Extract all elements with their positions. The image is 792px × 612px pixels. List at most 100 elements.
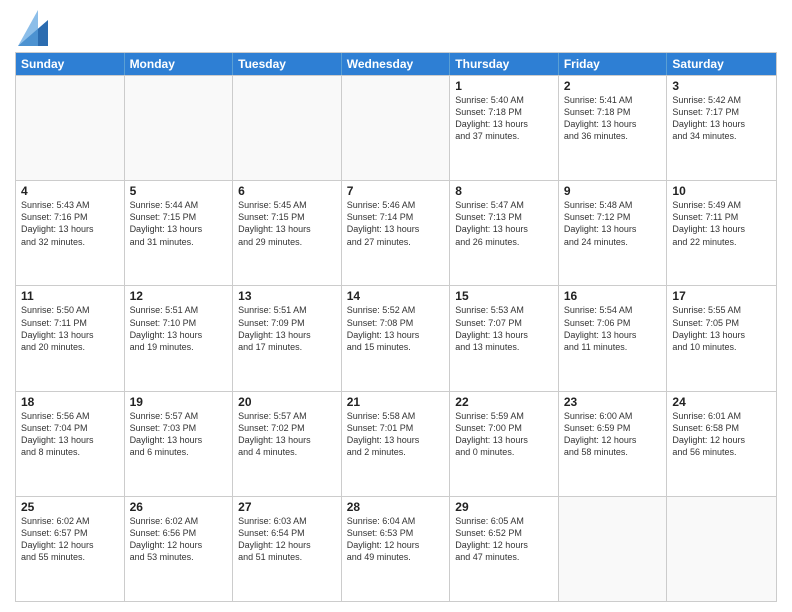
cell-day-number: 5	[130, 184, 228, 198]
cal-cell: 28Sunrise: 6:04 AM Sunset: 6:53 PM Dayli…	[342, 497, 451, 601]
header	[15, 10, 777, 46]
cell-day-number: 1	[455, 79, 553, 93]
cell-day-number: 15	[455, 289, 553, 303]
cell-day-number: 7	[347, 184, 445, 198]
cell-info-text: Sunrise: 5:52 AM Sunset: 7:08 PM Dayligh…	[347, 304, 445, 353]
cal-week-4: 25Sunrise: 6:02 AM Sunset: 6:57 PM Dayli…	[16, 496, 776, 601]
cell-day-number: 11	[21, 289, 119, 303]
cal-cell: 15Sunrise: 5:53 AM Sunset: 7:07 PM Dayli…	[450, 286, 559, 390]
cal-cell: 12Sunrise: 5:51 AM Sunset: 7:10 PM Dayli…	[125, 286, 234, 390]
cal-cell: 25Sunrise: 6:02 AM Sunset: 6:57 PM Dayli…	[16, 497, 125, 601]
cell-info-text: Sunrise: 5:54 AM Sunset: 7:06 PM Dayligh…	[564, 304, 662, 353]
cell-day-number: 18	[21, 395, 119, 409]
cal-header-saturday: Saturday	[667, 53, 776, 75]
cell-info-text: Sunrise: 5:40 AM Sunset: 7:18 PM Dayligh…	[455, 94, 553, 143]
cell-info-text: Sunrise: 6:05 AM Sunset: 6:52 PM Dayligh…	[455, 515, 553, 564]
cal-cell: 22Sunrise: 5:59 AM Sunset: 7:00 PM Dayli…	[450, 392, 559, 496]
cal-header-thursday: Thursday	[450, 53, 559, 75]
cell-day-number: 14	[347, 289, 445, 303]
cal-cell: 23Sunrise: 6:00 AM Sunset: 6:59 PM Dayli…	[559, 392, 668, 496]
cal-cell: 6Sunrise: 5:45 AM Sunset: 7:15 PM Daylig…	[233, 181, 342, 285]
cal-cell: 18Sunrise: 5:56 AM Sunset: 7:04 PM Dayli…	[16, 392, 125, 496]
cal-cell: 7Sunrise: 5:46 AM Sunset: 7:14 PM Daylig…	[342, 181, 451, 285]
cal-cell: 27Sunrise: 6:03 AM Sunset: 6:54 PM Dayli…	[233, 497, 342, 601]
calendar-body: 1Sunrise: 5:40 AM Sunset: 7:18 PM Daylig…	[16, 75, 776, 601]
cell-day-number: 25	[21, 500, 119, 514]
cal-cell: 3Sunrise: 5:42 AM Sunset: 7:17 PM Daylig…	[667, 76, 776, 180]
cell-info-text: Sunrise: 5:56 AM Sunset: 7:04 PM Dayligh…	[21, 410, 119, 459]
cell-day-number: 23	[564, 395, 662, 409]
cal-cell	[559, 497, 668, 601]
cell-info-text: Sunrise: 5:49 AM Sunset: 7:11 PM Dayligh…	[672, 199, 771, 248]
cal-cell: 29Sunrise: 6:05 AM Sunset: 6:52 PM Dayli…	[450, 497, 559, 601]
cell-day-number: 2	[564, 79, 662, 93]
cell-day-number: 12	[130, 289, 228, 303]
cal-cell	[233, 76, 342, 180]
cal-cell	[342, 76, 451, 180]
cell-info-text: Sunrise: 5:59 AM Sunset: 7:00 PM Dayligh…	[455, 410, 553, 459]
calendar: SundayMondayTuesdayWednesdayThursdayFrid…	[15, 52, 777, 602]
cal-cell: 11Sunrise: 5:50 AM Sunset: 7:11 PM Dayli…	[16, 286, 125, 390]
cal-week-2: 11Sunrise: 5:50 AM Sunset: 7:11 PM Dayli…	[16, 285, 776, 390]
cal-header-wednesday: Wednesday	[342, 53, 451, 75]
cell-info-text: Sunrise: 6:02 AM Sunset: 6:56 PM Dayligh…	[130, 515, 228, 564]
cal-cell: 14Sunrise: 5:52 AM Sunset: 7:08 PM Dayli…	[342, 286, 451, 390]
cal-header-sunday: Sunday	[16, 53, 125, 75]
cell-day-number: 29	[455, 500, 553, 514]
cal-header-monday: Monday	[125, 53, 234, 75]
cal-header-tuesday: Tuesday	[233, 53, 342, 75]
cell-info-text: Sunrise: 6:01 AM Sunset: 6:58 PM Dayligh…	[672, 410, 771, 459]
cal-cell	[16, 76, 125, 180]
cell-day-number: 24	[672, 395, 771, 409]
cell-info-text: Sunrise: 5:48 AM Sunset: 7:12 PM Dayligh…	[564, 199, 662, 248]
cell-day-number: 26	[130, 500, 228, 514]
cell-info-text: Sunrise: 5:47 AM Sunset: 7:13 PM Dayligh…	[455, 199, 553, 248]
cell-info-text: Sunrise: 5:43 AM Sunset: 7:16 PM Dayligh…	[21, 199, 119, 248]
cell-info-text: Sunrise: 5:57 AM Sunset: 7:03 PM Dayligh…	[130, 410, 228, 459]
cal-header-friday: Friday	[559, 53, 668, 75]
cell-day-number: 16	[564, 289, 662, 303]
cal-cell: 10Sunrise: 5:49 AM Sunset: 7:11 PM Dayli…	[667, 181, 776, 285]
logo	[15, 10, 48, 46]
cell-info-text: Sunrise: 5:51 AM Sunset: 7:09 PM Dayligh…	[238, 304, 336, 353]
cal-cell: 9Sunrise: 5:48 AM Sunset: 7:12 PM Daylig…	[559, 181, 668, 285]
cell-info-text: Sunrise: 6:04 AM Sunset: 6:53 PM Dayligh…	[347, 515, 445, 564]
cell-info-text: Sunrise: 5:57 AM Sunset: 7:02 PM Dayligh…	[238, 410, 336, 459]
cell-info-text: Sunrise: 5:55 AM Sunset: 7:05 PM Dayligh…	[672, 304, 771, 353]
cell-day-number: 19	[130, 395, 228, 409]
cell-info-text: Sunrise: 5:51 AM Sunset: 7:10 PM Dayligh…	[130, 304, 228, 353]
cal-week-3: 18Sunrise: 5:56 AM Sunset: 7:04 PM Dayli…	[16, 391, 776, 496]
cell-day-number: 13	[238, 289, 336, 303]
cell-day-number: 10	[672, 184, 771, 198]
cal-cell: 16Sunrise: 5:54 AM Sunset: 7:06 PM Dayli…	[559, 286, 668, 390]
cal-cell: 21Sunrise: 5:58 AM Sunset: 7:01 PM Dayli…	[342, 392, 451, 496]
cell-day-number: 6	[238, 184, 336, 198]
cell-day-number: 9	[564, 184, 662, 198]
cell-info-text: Sunrise: 5:53 AM Sunset: 7:07 PM Dayligh…	[455, 304, 553, 353]
cell-info-text: Sunrise: 6:03 AM Sunset: 6:54 PM Dayligh…	[238, 515, 336, 564]
cell-info-text: Sunrise: 5:45 AM Sunset: 7:15 PM Dayligh…	[238, 199, 336, 248]
cal-cell: 8Sunrise: 5:47 AM Sunset: 7:13 PM Daylig…	[450, 181, 559, 285]
cal-cell: 20Sunrise: 5:57 AM Sunset: 7:02 PM Dayli…	[233, 392, 342, 496]
cal-cell: 26Sunrise: 6:02 AM Sunset: 6:56 PM Dayli…	[125, 497, 234, 601]
calendar-header-row: SundayMondayTuesdayWednesdayThursdayFrid…	[16, 53, 776, 75]
logo-icon	[18, 10, 48, 46]
cal-cell	[125, 76, 234, 180]
cell-info-text: Sunrise: 6:02 AM Sunset: 6:57 PM Dayligh…	[21, 515, 119, 564]
cell-info-text: Sunrise: 5:41 AM Sunset: 7:18 PM Dayligh…	[564, 94, 662, 143]
cell-day-number: 4	[21, 184, 119, 198]
cal-cell: 1Sunrise: 5:40 AM Sunset: 7:18 PM Daylig…	[450, 76, 559, 180]
cell-day-number: 17	[672, 289, 771, 303]
cal-cell: 19Sunrise: 5:57 AM Sunset: 7:03 PM Dayli…	[125, 392, 234, 496]
cal-cell: 5Sunrise: 5:44 AM Sunset: 7:15 PM Daylig…	[125, 181, 234, 285]
cell-info-text: Sunrise: 5:42 AM Sunset: 7:17 PM Dayligh…	[672, 94, 771, 143]
cal-cell: 2Sunrise: 5:41 AM Sunset: 7:18 PM Daylig…	[559, 76, 668, 180]
cal-cell	[667, 497, 776, 601]
cell-day-number: 3	[672, 79, 771, 93]
cell-day-number: 28	[347, 500, 445, 514]
cal-cell: 17Sunrise: 5:55 AM Sunset: 7:05 PM Dayli…	[667, 286, 776, 390]
cell-day-number: 21	[347, 395, 445, 409]
cal-week-1: 4Sunrise: 5:43 AM Sunset: 7:16 PM Daylig…	[16, 180, 776, 285]
cell-info-text: Sunrise: 5:44 AM Sunset: 7:15 PM Dayligh…	[130, 199, 228, 248]
cell-day-number: 8	[455, 184, 553, 198]
